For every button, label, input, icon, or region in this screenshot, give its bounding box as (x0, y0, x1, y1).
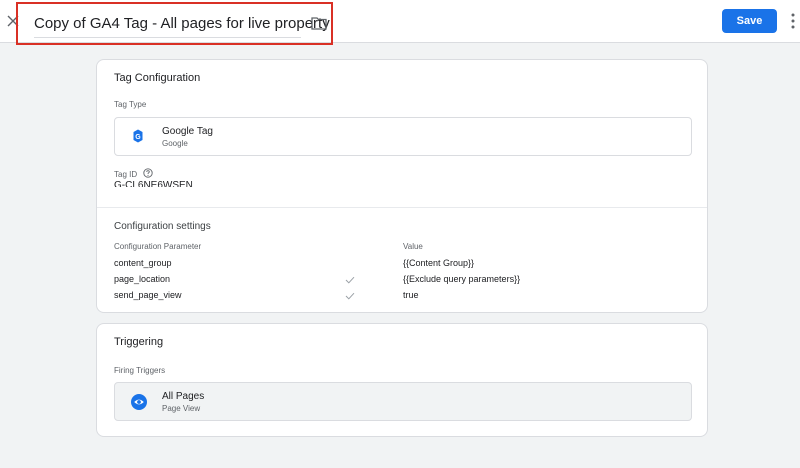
check-icon (345, 276, 355, 284)
trigger-name: All Pages (162, 391, 205, 402)
parameter-value: {{Exclude query parameters}} (403, 274, 521, 284)
folder-icon[interactable] (311, 16, 327, 30)
tag-name-underline (34, 37, 301, 38)
value-column-header: Value (403, 242, 423, 251)
parameter-name: page_location (114, 274, 171, 284)
tag-configuration-heading: Tag Configuration (114, 72, 201, 84)
eye-icon (131, 394, 147, 410)
google-tag-icon: G (133, 129, 143, 143)
parameter-value: true (403, 290, 419, 300)
parameter-name: content_group (114, 258, 172, 268)
help-icon[interactable] (143, 168, 153, 178)
tag-configuration-card[interactable]: Tag Configuration Tag Type G Google Tag … (96, 59, 708, 313)
tag-name-input[interactable]: Copy of GA4 Tag - All pages for live pro… (34, 15, 330, 32)
parameter-value: {{Content Group}} (403, 258, 475, 268)
check-icon (345, 292, 355, 300)
table-row[interactable]: page_location {{Exclude query parameters… (97, 274, 707, 290)
tag-id-value: G-CL6NE6WSEN (114, 180, 193, 187)
trigger-item-all-pages[interactable]: All Pages Page View (114, 382, 692, 421)
more-vert-icon[interactable] (790, 13, 796, 29)
tag-type-box[interactable]: G Google Tag Google (114, 117, 692, 156)
tag-id-label: Tag ID (114, 170, 138, 179)
table-row[interactable]: send_page_view true (97, 290, 707, 306)
configuration-settings-heading: Configuration settings (114, 221, 211, 232)
tag-type-name: Google Tag (162, 126, 213, 137)
google-tag-icon-letter: G (135, 134, 141, 141)
table-row[interactable]: content_group {{Content Group}} (97, 258, 707, 274)
triggering-heading: Triggering (114, 336, 164, 348)
tag-name-highlight: Copy of GA4 Tag - All pages for live pro… (16, 2, 333, 45)
parameter-column-header: Configuration Parameter (114, 242, 202, 251)
tag-type-vendor: Google (162, 139, 188, 148)
triggering-card[interactable]: Triggering Firing Triggers All Pages Pag… (96, 323, 708, 437)
save-button[interactable]: Save (722, 9, 777, 33)
parameter-name: send_page_view (114, 290, 182, 300)
tag-type-label: Tag Type (114, 100, 147, 109)
trigger-type: Page View (162, 404, 201, 413)
divider (97, 207, 707, 208)
firing-triggers-label: Firing Triggers (114, 366, 166, 375)
